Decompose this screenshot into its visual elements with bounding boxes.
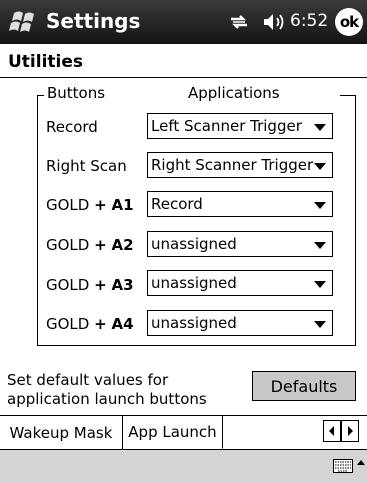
app-select-record[interactable]: Left Scanner Trigger bbox=[147, 113, 333, 139]
row-label-gold-a3: GOLD + A3 bbox=[46, 276, 134, 294]
menu-bar bbox=[0, 449, 367, 483]
app-select-value: Record bbox=[151, 195, 203, 213]
app-select-value: Right Scanner Trigger bbox=[151, 156, 314, 174]
tab-scroll-right-button[interactable] bbox=[341, 420, 359, 442]
chevron-down-icon[interactable] bbox=[314, 124, 326, 131]
group-border bbox=[37, 345, 356, 346]
applications-header: Applications bbox=[188, 84, 280, 102]
group-border bbox=[37, 95, 38, 346]
row-label-gold-a4: GOLD + A4 bbox=[46, 315, 134, 333]
row-label-gold-a2: GOLD + A2 bbox=[46, 236, 134, 254]
defaults-button[interactable]: Defaults bbox=[252, 371, 356, 401]
app-select-gold-a3[interactable]: unassigned bbox=[147, 270, 333, 296]
tab-wakeup-mask[interactable]: Wakeup Mask bbox=[0, 416, 123, 449]
title-bar: Settings 6:52 ok bbox=[0, 0, 367, 44]
row-label-right-scan: Right Scan bbox=[46, 157, 127, 175]
buttons-header: Buttons bbox=[47, 84, 106, 102]
defaults-note: Set default values for application launc… bbox=[7, 371, 207, 408]
app-select-value: Left Scanner Trigger bbox=[151, 117, 302, 135]
app-select-value: unassigned bbox=[151, 314, 237, 332]
chevron-down-icon[interactable] bbox=[314, 242, 326, 249]
windows-flag-icon[interactable] bbox=[8, 7, 40, 37]
chevron-left-icon bbox=[329, 426, 334, 436]
app-select-value: unassigned bbox=[151, 235, 237, 253]
app-title[interactable]: Settings bbox=[46, 9, 140, 33]
clock[interactable]: 6:52 bbox=[290, 11, 328, 31]
keyboard-icon[interactable] bbox=[333, 459, 353, 473]
app-select-right-scan[interactable]: Right Scanner Trigger bbox=[147, 152, 333, 178]
chevron-right-icon bbox=[348, 426, 353, 436]
chevron-down-icon[interactable] bbox=[314, 321, 326, 328]
group-border bbox=[340, 95, 356, 96]
chevron-down-icon[interactable] bbox=[314, 163, 326, 170]
page-title: Utilities bbox=[8, 52, 84, 72]
app-select-value: unassigned bbox=[151, 274, 237, 292]
chevron-down-icon[interactable] bbox=[314, 202, 326, 209]
input-menu-arrow-icon[interactable] bbox=[357, 460, 365, 465]
app-select-gold-a4[interactable]: unassigned bbox=[147, 310, 333, 336]
tab-scroll-left-button[interactable] bbox=[323, 420, 341, 442]
ok-button[interactable]: ok bbox=[335, 8, 363, 36]
chevron-down-icon[interactable] bbox=[314, 281, 326, 288]
app-select-gold-a2[interactable]: unassigned bbox=[147, 231, 333, 257]
tab-app-launch[interactable]: App Launch bbox=[123, 416, 223, 449]
row-label-gold-a1: GOLD + A1 bbox=[46, 196, 134, 214]
row-label-record: Record bbox=[46, 118, 98, 136]
group-border bbox=[37, 95, 44, 96]
connectivity-icon[interactable] bbox=[227, 10, 251, 34]
speaker-icon[interactable] bbox=[260, 11, 286, 33]
group-border bbox=[355, 95, 356, 346]
title-divider bbox=[0, 77, 367, 78]
app-select-gold-a1[interactable]: Record bbox=[147, 191, 333, 217]
